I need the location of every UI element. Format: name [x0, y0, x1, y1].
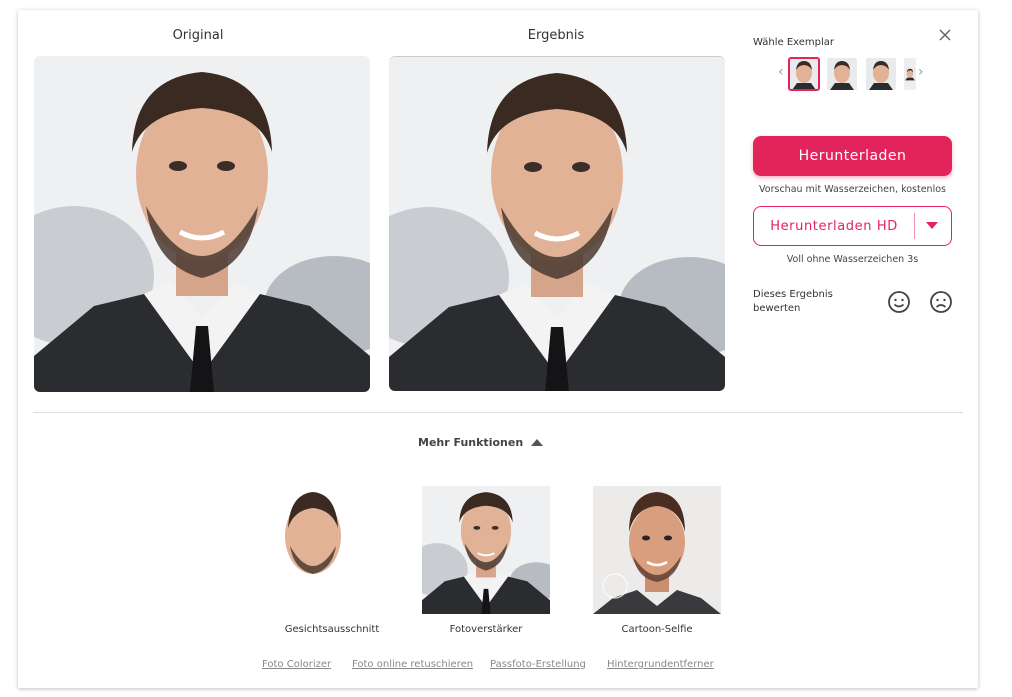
caret-down-icon[interactable] [926, 222, 938, 229]
feature-cartoon-selfie[interactable] [593, 486, 721, 614]
sample-thumbnail[interactable] [827, 58, 857, 90]
feature-label: Cartoon-Selfie [621, 624, 693, 635]
close-icon[interactable] [937, 27, 953, 43]
choose-sample-label: Wähle Exemplar [753, 37, 835, 48]
feature-photo-enhancer[interactable] [422, 486, 550, 614]
download-hd-note: Voll ohne Wasserzeichen 3s [786, 254, 919, 265]
more-functions-label: Mehr Funktionen [418, 436, 524, 449]
section-divider [33, 412, 963, 413]
frown-icon[interactable] [929, 290, 953, 314]
download-hd-label: Herunterladen HD [770, 218, 898, 234]
rate-label: Dieses Ergebnis bewerten [753, 289, 833, 314]
sample-thumbnail[interactable] [866, 58, 896, 90]
link-foto-retuschieren[interactable]: Foto online retuschieren [352, 659, 473, 670]
download-button[interactable]: Herunterladen [753, 136, 952, 176]
link-passfoto[interactable]: Passfoto-Erstellung [490, 659, 586, 670]
sample-thumbnail[interactable] [788, 57, 820, 91]
chevron-right-icon[interactable]: › [918, 64, 924, 80]
caret-up-icon [531, 439, 544, 446]
original-title: Original [172, 28, 224, 43]
smile-icon[interactable] [887, 290, 911, 314]
result-title: Ergebnis [527, 28, 585, 43]
chevron-left-icon[interactable]: ‹ [778, 64, 784, 80]
link-foto-colorizer[interactable]: Foto Colorizer [262, 659, 331, 670]
feature-label: Fotoverstärker [449, 624, 523, 635]
sample-thumbnails: ‹ › [778, 57, 928, 92]
feature-label: Gesichtsausschnitt [284, 624, 380, 635]
sample-thumbnail[interactable] [904, 58, 916, 90]
original-photo [34, 56, 370, 392]
more-functions-toggle[interactable]: Mehr Funktionen [418, 436, 544, 449]
result-card: Original Ergebnis Wähle Exemplar ‹ › Her… [18, 10, 978, 688]
feature-face-crop[interactable] [268, 486, 396, 614]
download-hd-button[interactable]: Herunterladen HD [753, 206, 952, 246]
download-note: Vorschau mit Wasserzeichen, kostenlos [759, 184, 946, 195]
divider [914, 213, 915, 239]
result-photo [389, 56, 725, 391]
link-hintergrundentferner[interactable]: Hintergrundentferner [607, 659, 714, 670]
